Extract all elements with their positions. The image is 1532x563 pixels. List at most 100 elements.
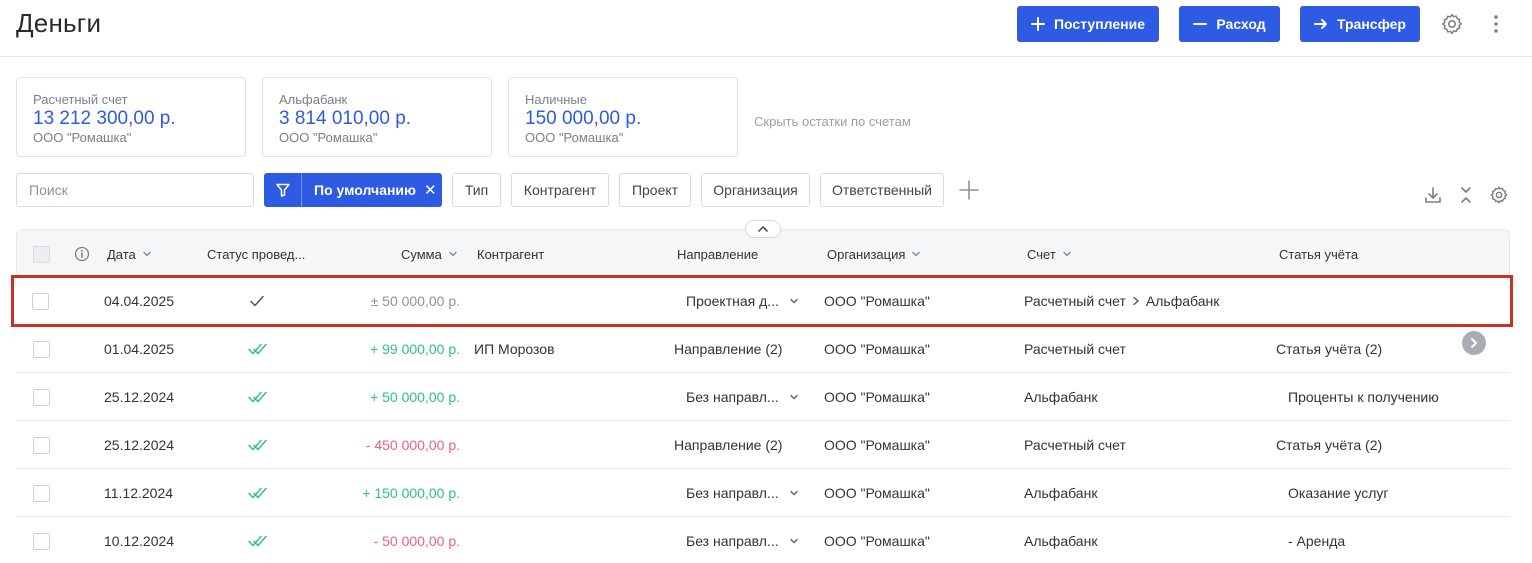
filter-preset-label: По умолчанию (314, 182, 416, 198)
page-header: Деньги Поступление Расход Трансфер (0, 0, 1532, 50)
row-direction: Без направл... (686, 533, 779, 549)
add-transfer-button[interactable]: Трансфер (1300, 6, 1420, 42)
account-card[interactable]: Наличные 150 000,00 р. ООО "Ромашка" (508, 77, 738, 157)
account-card[interactable]: Расчетный счет 13 212 300,00 р. ООО "Ром… (16, 77, 246, 157)
download-icon[interactable] (1423, 185, 1443, 205)
row-article[interactable]: Статья учёта (2) (1276, 325, 1382, 373)
column-header-counterparty[interactable]: Контрагент (477, 230, 544, 278)
row-checkbox-cell (33, 517, 50, 563)
table-row[interactable]: 25.12.2024 + 50 000,00 р. Без направл...… (16, 373, 1510, 421)
row-checkbox-cell (33, 325, 50, 373)
row-amount: + 150 000,00 р. (362, 485, 460, 501)
row-amount: + 50 000,00 р. (370, 389, 460, 405)
row-date: 10.12.2024 (104, 533, 175, 549)
table-settings-gear-icon[interactable] (1489, 185, 1509, 205)
chevron-down-icon (912, 251, 921, 257)
table-row[interactable]: 10.12.2024 - 50 000,00 р. Без направл...… (16, 517, 1510, 563)
add-income-label: Поступление (1053, 16, 1145, 32)
row-account: Расчетный счет (1024, 341, 1126, 357)
collapse-rows-icon[interactable] (1456, 185, 1476, 205)
filter-chip-counterparty[interactable]: Контрагент (511, 173, 609, 207)
filter-funnel-icon (264, 173, 302, 207)
row-direction: Без направл... (686, 389, 779, 405)
row-account-transfer: Расчетный счет Альфабанк (1024, 277, 1219, 325)
account-card[interactable]: Альфабанк 3 814 010,00 р. ООО "Ромашка" (262, 77, 492, 157)
table-row[interactable]: 01.04.2025 + 99 000,00 р. ИП Морозов Нап… (16, 325, 1510, 373)
row-checkbox[interactable] (33, 340, 50, 358)
filter-preset-button[interactable]: По умолчанию ✕ (264, 173, 442, 207)
row-checkbox[interactable] (33, 484, 50, 502)
settings-gear-icon[interactable] (1440, 12, 1464, 36)
chevron-down-icon (789, 394, 798, 400)
chevron-down-icon (789, 490, 798, 496)
row-direction-dropdown[interactable]: Без направл... (686, 373, 799, 421)
minus-icon (1193, 17, 1208, 31)
double-check-icon (248, 421, 268, 469)
close-icon[interactable]: ✕ (424, 181, 437, 199)
column-header-direction[interactable]: Направление (677, 230, 758, 278)
row-checkbox[interactable] (33, 388, 50, 406)
table-row[interactable]: 04.04.2025 ± 50 000,00 р. Проектная д...… (11, 275, 1513, 327)
column-header-amount[interactable]: Сумма (401, 230, 458, 278)
row-checkbox[interactable] (33, 532, 50, 550)
row-account: Расчетный счет (1024, 437, 1126, 453)
column-header-direction-label: Направление (677, 246, 759, 262)
hide-balances-link[interactable]: Скрыть остатки по счетам (754, 114, 911, 129)
row-organization: ООО "Ромашка" (824, 437, 930, 453)
add-expense-button[interactable]: Расход (1179, 6, 1280, 42)
row-date: 01.04.2025 (104, 341, 175, 357)
row-direction-dropdown[interactable]: Проектная д... (686, 277, 799, 325)
row-organization: ООО "Ромашка" (824, 389, 930, 405)
row-article: Оказание услуг (1288, 485, 1389, 501)
add-filter-plus-icon[interactable] (958, 179, 980, 201)
add-income-button[interactable]: Поступление (1017, 6, 1159, 42)
double-check-icon (248, 373, 268, 421)
row-direction[interactable]: Направление (2) (674, 325, 782, 373)
column-header-article[interactable]: Статья учёта (1279, 230, 1358, 278)
select-all-checkbox[interactable] (33, 245, 50, 263)
row-checkbox[interactable] (33, 436, 50, 454)
row-checkbox[interactable] (32, 292, 49, 310)
account-balance: 13 212 300,00 р. (33, 108, 176, 129)
row-article[interactable]: Статья учёта (2) (1276, 421, 1382, 469)
column-header-organization[interactable]: Организация (827, 230, 921, 278)
arrow-right-icon (1313, 17, 1328, 31)
table-row[interactable]: 25.12.2024 - 450 000,00 р. Направление (… (16, 421, 1510, 469)
chevron-down-icon (143, 251, 151, 257)
header-divider (0, 56, 1532, 57)
collapse-panel-chevron-up-icon[interactable] (745, 220, 781, 238)
row-checkbox-cell (33, 373, 50, 421)
filter-chip-organization[interactable]: Организация (701, 173, 810, 207)
row-checkbox-cell (33, 469, 50, 517)
scroll-right-chevron-icon[interactable] (1462, 331, 1486, 355)
filter-chip-type[interactable]: Тип (452, 173, 501, 207)
account-name: Наличные (525, 92, 587, 107)
row-direction-dropdown[interactable]: Без направл... (686, 469, 799, 517)
column-header-account[interactable]: Счет (1027, 230, 1072, 278)
row-direction[interactable]: Направление (2) (674, 421, 782, 469)
filter-chip-responsible[interactable]: Ответственный (820, 173, 944, 207)
select-all-cell (33, 230, 50, 278)
column-header-status[interactable]: Статус провед... (207, 230, 305, 278)
column-header-status-label: Статус провед... (207, 246, 306, 262)
more-vertical-icon[interactable] (1486, 12, 1506, 36)
column-header-date[interactable]: Дата (107, 230, 152, 278)
row-direction-dropdown[interactable]: Без направл... (686, 517, 799, 563)
chevron-right-icon (1132, 294, 1140, 309)
filter-chip-project[interactable]: Проект (619, 173, 691, 207)
info-icon[interactable] (74, 230, 90, 278)
row-counterparty: ИП Морозов (474, 341, 555, 357)
chevron-down-icon (790, 298, 798, 304)
table-row[interactable]: 11.12.2024 + 150 000,00 р. Без направл..… (16, 469, 1510, 517)
add-transfer-label: Трансфер (1336, 16, 1406, 32)
row-amount: + 99 000,00 р. (370, 341, 460, 357)
row-amount: - 50 000,00 р. (373, 533, 460, 549)
column-header-amount-label: Сумма (401, 246, 442, 262)
check-icon (249, 277, 265, 325)
account-name: Расчетный счет (33, 92, 128, 107)
column-header-date-label: Дата (107, 246, 136, 262)
column-header-account-label: Счет (1027, 246, 1056, 262)
search-input[interactable] (16, 173, 254, 207)
account-org: ООО "Ромашка" (279, 130, 378, 145)
account-org: ООО "Ромашка" (525, 130, 624, 145)
